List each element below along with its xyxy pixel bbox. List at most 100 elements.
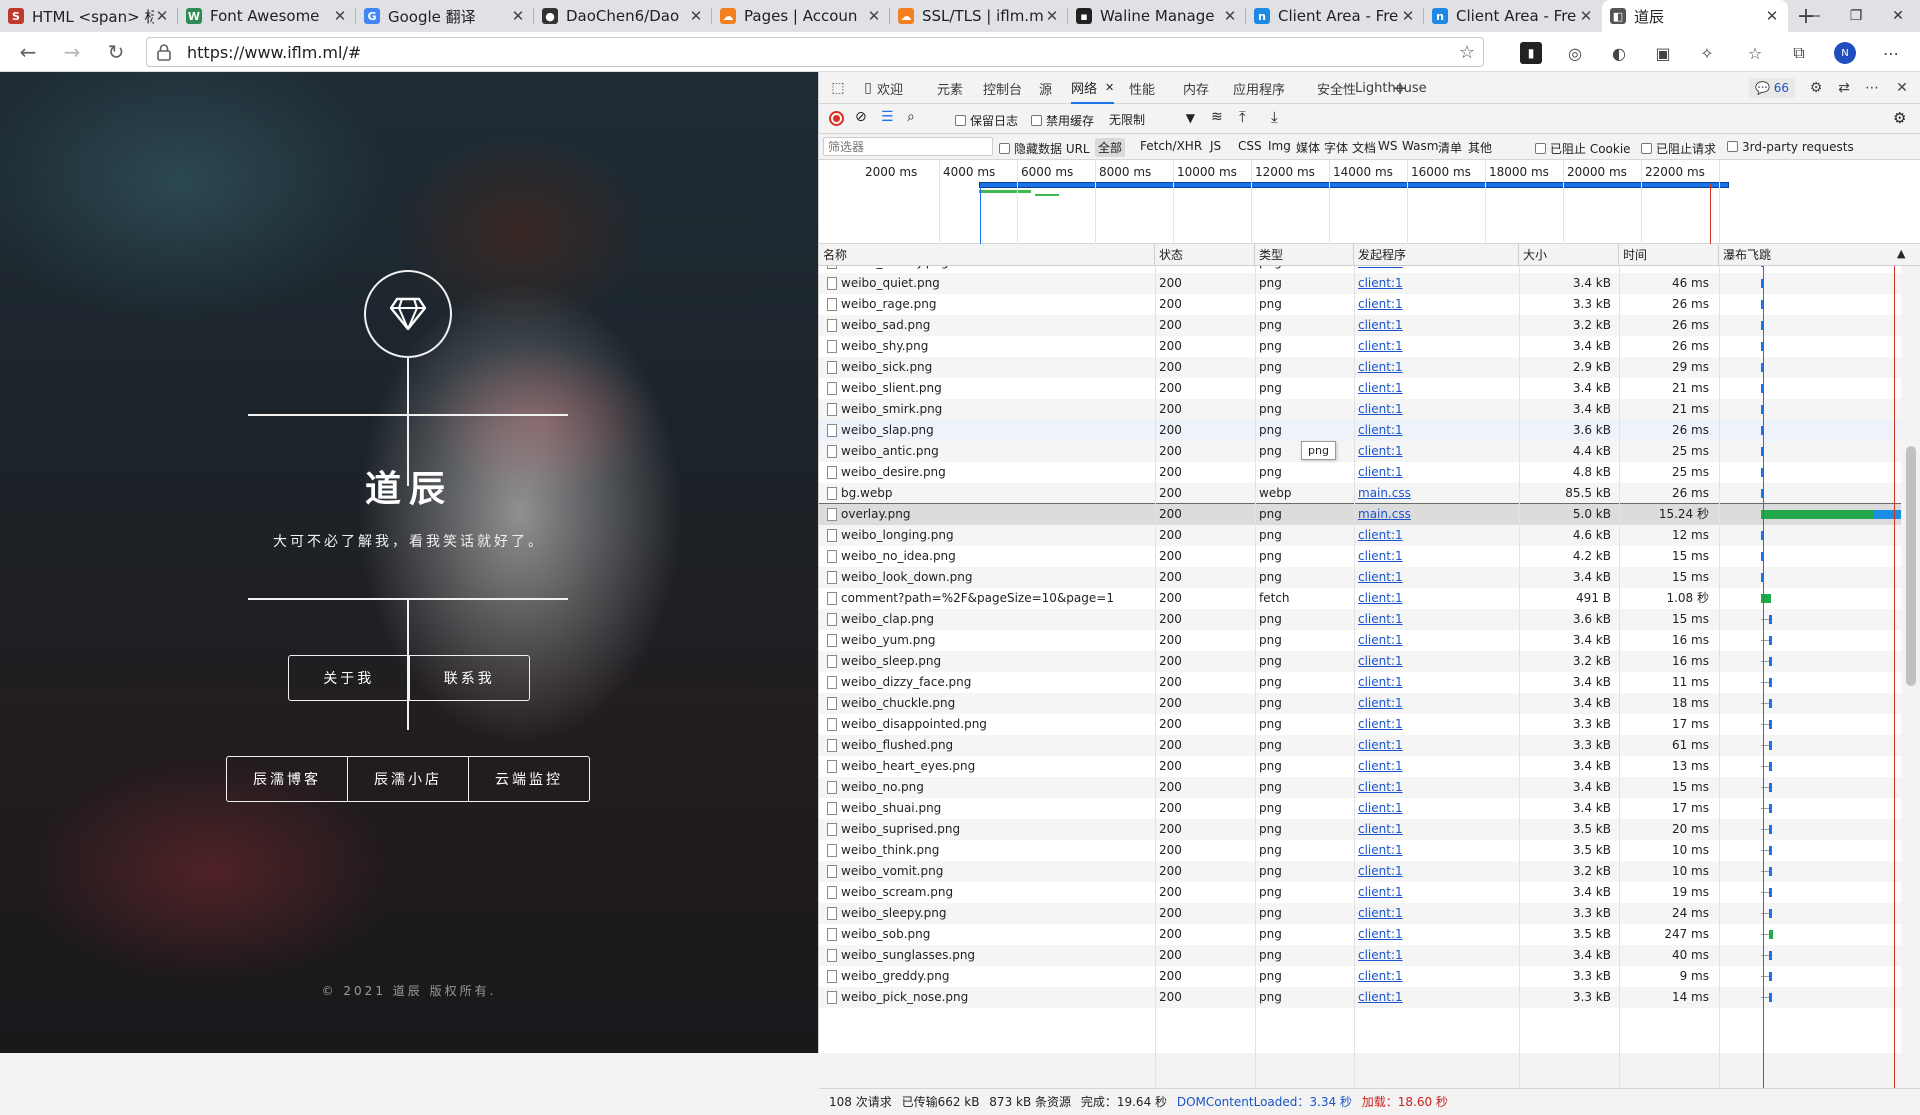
request-row[interactable]: weibo_dizzy_face.png 200 png client:1 3.4 kB… [819, 672, 1901, 693]
request-row[interactable]: weibo_suprised.png 200 png client:1 3.5 kB 20… [819, 819, 1901, 840]
search-icon[interactable]: ⌕ [907, 109, 915, 125]
request-initiator[interactable]: client:1 [1354, 462, 1514, 483]
request-row[interactable]: weibo_smirk.png 200 png client:1 3.4 kB 21 ms [819, 399, 1901, 420]
devtools-tab-7[interactable]: 应用程序 [1233, 72, 1285, 104]
maximize-button[interactable]: ❐ [1832, 0, 1880, 32]
request-initiator[interactable]: client:1 [1354, 399, 1514, 420]
request-row[interactable]: weibo_vomit.png 200 png client:1 3.2 kB 10 ms [819, 861, 1901, 882]
close-tab-icon[interactable]: ✕ [154, 7, 170, 25]
more-options-icon[interactable]: ⋯ [1863, 79, 1881, 97]
request-row[interactable]: weibo_greddy.png 200 png client:1 3.3 kB 9 ms [819, 966, 1901, 987]
request-initiator[interactable]: client:1 [1354, 798, 1514, 819]
request-initiator[interactable]: main.css [1354, 504, 1514, 525]
request-row[interactable]: weibo_no_idea.png 200 png client:1 4.2 kB 15 … [819, 546, 1901, 567]
extension-icon[interactable]: ▮ [1520, 42, 1542, 64]
request-initiator[interactable]: client:1 [1354, 588, 1514, 609]
request-initiator[interactable]: client:1 [1354, 987, 1514, 1008]
collections-icon[interactable]: ⧉ [1788, 42, 1810, 64]
scrollbar[interactable] [1901, 266, 1920, 1088]
close-tab-icon[interactable]: ✕ [1222, 7, 1238, 25]
settings-gear-icon[interactable]: ⚙ [1807, 79, 1825, 97]
request-initiator[interactable]: client:1 [1354, 672, 1514, 693]
filter-type-2[interactable]: JS [1207, 138, 1224, 154]
window-close-button[interactable]: ✕ [1874, 0, 1920, 32]
favorites-icon[interactable]: ☆ [1744, 42, 1766, 64]
extension-icon[interactable]: ◎ [1564, 42, 1586, 64]
request-initiator[interactable]: client:1 [1354, 294, 1514, 315]
request-row[interactable]: weibo_pick_nose.png 200 png client:1 3.3 kB 1… [819, 987, 1901, 1008]
request-row[interactable]: weibo_shuai.png 200 png client:1 3.4 kB 17 ms [819, 798, 1901, 819]
request-row[interactable]: weibo_desire.png 200 png client:1 4.8 kB 25 m… [819, 462, 1901, 483]
device-emulation-icon[interactable]: ▯ [859, 79, 877, 97]
request-row[interactable]: weibo_longing.png 200 png client:1 4.6 kB 12 … [819, 525, 1901, 546]
request-initiator[interactable]: client:1 [1354, 756, 1514, 777]
browser-tab[interactable]: ◧ 道辰 ✕ [1602, 0, 1788, 32]
browser-tab[interactable]: G Google 翻译 ✕ [356, 0, 534, 32]
filter-type-10[interactable]: 清单 [1435, 138, 1465, 157]
add-favorite-icon[interactable]: ☆ [1459, 42, 1475, 63]
browser-tab[interactable]: W Font Awesome ✕ [178, 0, 356, 32]
throttle-select[interactable]: 无限制 ▼ [1109, 111, 1195, 128]
shop-button[interactable]: 辰濡小店 [348, 757, 469, 801]
request-initiator[interactable]: client:1 [1354, 315, 1514, 336]
hide-data-url-checkbox[interactable]: 隐藏数据 URL [999, 140, 1090, 157]
forward-arrow-icon[interactable]: → [56, 36, 88, 68]
browser-tab[interactable]: n Client Area - Fre ✕ [1424, 0, 1602, 32]
blocked-requests-checkbox[interactable]: 已阻止请求 [1641, 140, 1716, 157]
request-initiator[interactable]: client:1 [1354, 546, 1514, 567]
close-tab-icon[interactable]: ✕ [1764, 7, 1780, 25]
request-row[interactable]: weibo_antic.png 200 png client:1 4.4 kB 25 ms [819, 441, 1901, 462]
column-time[interactable]: 时间 [1619, 244, 1719, 266]
issues-badge[interactable]: 💬 66 [1749, 78, 1796, 98]
request-initiator[interactable]: client:1 [1354, 525, 1514, 546]
request-row[interactable]: weibo_heart_eyes.png 200 png client:1 3.4 kB… [819, 756, 1901, 777]
network-overview[interactable]: 2000 ms 4000 ms 6000 ms 8000 ms 10000 ms 1200… [819, 160, 1920, 244]
request-row[interactable]: bg.webp 200 webp main.css 85.5 kB 26 ms [819, 483, 1901, 504]
browser-tab[interactable]: ☁ SSL/TLS | iflm.m ✕ [890, 0, 1068, 32]
devtools-tab-4[interactable]: 网络 ✕ [1071, 72, 1115, 104]
request-initiator[interactable]: client:1 [1354, 357, 1514, 378]
back-arrow-icon[interactable]: ← [12, 36, 44, 68]
request-initiator[interactable]: client:1 [1354, 630, 1514, 651]
filter-type-6[interactable]: 字体 [1321, 138, 1351, 157]
devtools-tab-2[interactable]: 控制台 [983, 72, 1022, 104]
filter-input[interactable] [823, 137, 993, 156]
browser-tab[interactable]: n Client Area - Fre ✕ [1246, 0, 1424, 32]
request-row[interactable]: weibo_sleepy.png 200 png client:1 3.3 kB 24 m… [819, 903, 1901, 924]
reload-icon[interactable]: ↻ [100, 36, 132, 68]
network-settings-gear-icon[interactable]: ⚙ [1893, 109, 1906, 127]
column-type[interactable]: 类型 [1255, 244, 1354, 266]
request-row[interactable]: weibo_rage.png 200 png client:1 3.3 kB 26 ms [819, 294, 1901, 315]
request-row[interactable]: weibo_money.png 200 png client:1 3.3 kB 46 ms [819, 266, 1901, 273]
record-icon[interactable] [829, 111, 844, 126]
close-tab-icon[interactable]: ✕ [1400, 7, 1416, 25]
add-tool-icon[interactable]: + [1391, 78, 1409, 99]
column-size[interactable]: 大小 [1519, 244, 1619, 266]
request-row[interactable]: weibo_slient.png 200 png client:1 3.4 kB 21 m… [819, 378, 1901, 399]
filter-type-0[interactable]: 全部 [1095, 138, 1126, 157]
close-tab-icon[interactable]: ✕ [510, 7, 526, 25]
close-tab-icon[interactable]: ✕ [1578, 7, 1594, 25]
browser-tab[interactable]: S HTML <span> 标 ✕ [0, 0, 178, 32]
blog-button[interactable]: 辰濡博客 [227, 757, 348, 801]
network-conditions-icon[interactable]: ≋ [1211, 109, 1223, 125]
about-me-button[interactable]: 关于我 [289, 656, 410, 700]
request-initiator[interactable]: client:1 [1354, 336, 1514, 357]
clear-icon[interactable]: ⊘ [855, 109, 867, 125]
request-initiator[interactable]: client:1 [1354, 819, 1514, 840]
request-initiator[interactable]: client:1 [1354, 903, 1514, 924]
column-waterfall[interactable]: 瀑布飞跳 [1719, 244, 1920, 266]
request-row[interactable]: weibo_sob.png 200 png client:1 3.5 kB 247 ms [819, 924, 1901, 945]
sort-ascending-icon[interactable]: ▲ [1897, 247, 1905, 260]
browser-tab[interactable]: ● DaoChen6/Dao ✕ [534, 0, 712, 32]
browser-tab[interactable]: ▪ Waline Manage ✕ [1068, 0, 1246, 32]
request-row[interactable]: weibo_sad.png 200 png client:1 3.2 kB 26 ms [819, 315, 1901, 336]
extension-icon[interactable]: ◐ [1608, 42, 1630, 64]
request-row[interactable]: weibo_think.png 200 png client:1 3.5 kB 10 ms [819, 840, 1901, 861]
filter-type-8[interactable]: WS [1375, 138, 1400, 154]
request-initiator[interactable]: client:1 [1354, 609, 1514, 630]
filter-icon[interactable]: ☰ [881, 109, 894, 125]
minimize-button[interactable]: — [1790, 0, 1838, 32]
request-row[interactable]: weibo_shy.png 200 png client:1 3.4 kB 26 ms [819, 336, 1901, 357]
column-initiator[interactable]: 发起程序 [1354, 244, 1519, 266]
